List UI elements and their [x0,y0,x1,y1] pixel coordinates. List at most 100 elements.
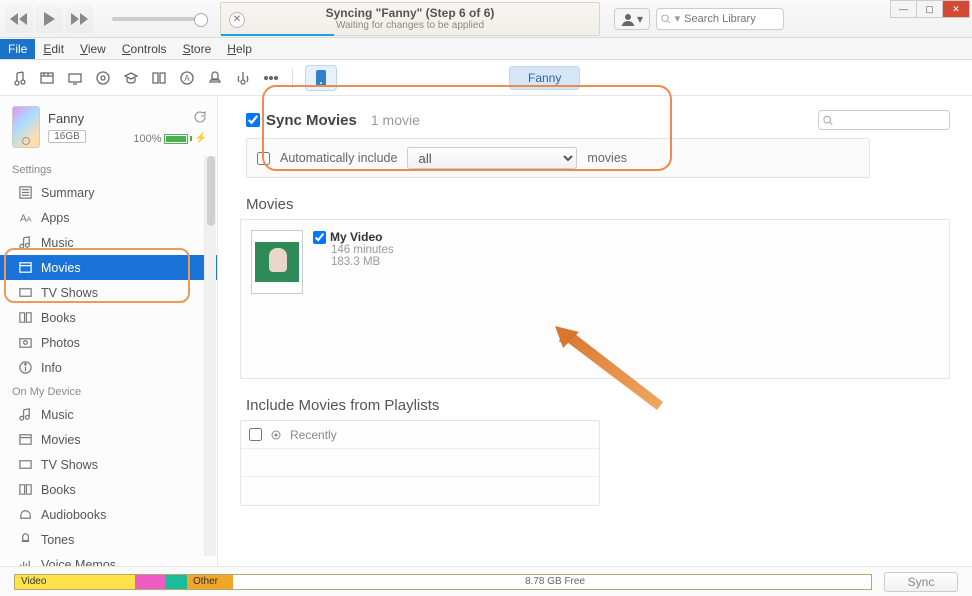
auto-include-row: Automatically include all movies [246,138,870,178]
menu-help[interactable]: Help [219,39,260,59]
itunesu-icon[interactable] [118,65,144,91]
player-bar: ✕ Syncing "Fanny" (Step 6 of 6) Waiting … [0,0,972,38]
sidebar-item-od-tvshows[interactable]: TV Shows [0,452,217,477]
device-capacity: 16GB [48,130,86,143]
sidebar-item-od-books[interactable]: Books [0,477,217,502]
sidebar-item-info[interactable]: Info [0,355,217,380]
sidebar-item-od-music[interactable]: Music [0,402,217,427]
refresh-button[interactable] [193,110,207,127]
sidebar: Fanny 16GB 100% ⚡ Settings Summary AAApp… [0,96,218,566]
cancel-sync-button[interactable]: ✕ [229,12,245,28]
movies-search-input[interactable] [833,114,945,126]
menu-edit[interactable]: Edit [35,39,72,59]
sidebar-item-tvshows[interactable]: TV Shows [0,280,217,305]
play-button[interactable] [35,5,63,33]
sidebar-item-books[interactable]: Books [0,305,217,330]
playlist-name: Recently [290,428,337,442]
gear-icon [270,429,282,441]
window-close-button[interactable]: ✕ [943,1,969,17]
sync-movies-checkbox[interactable] [246,113,260,127]
menu-controls[interactable]: Controls [114,39,175,59]
device-button[interactable] [305,65,337,91]
sidebar-scrollbar-thumb[interactable] [207,156,215,226]
sidebar-section-onmydevice: On My Device [0,380,217,402]
window-minimize-button[interactable]: — [891,1,917,17]
device-header: Fanny 16GB 100% ⚡ [0,96,217,158]
sidebar-item-od-audiobooks[interactable]: Audiobooks [0,502,217,527]
books-icon[interactable] [146,65,172,91]
sidebar-item-photos[interactable]: Photos [0,330,217,355]
storage-bar: Video Other 8.78 GB Free Sync [0,566,972,596]
volume-slider[interactable] [112,17,202,21]
tvshows-icon[interactable] [62,65,88,91]
sync-button[interactable]: Sync [884,572,958,592]
movie-item[interactable]: My Video 146 minutes 183.3 MB [251,230,551,294]
auto-include-checkbox[interactable] [257,152,270,165]
next-button[interactable] [65,5,93,33]
movie-title: My Video [330,230,382,244]
search-library[interactable]: ▾ [656,8,784,30]
search-icon [823,115,833,126]
main-content: Sync Movies 1 movie Automatically includ… [218,96,972,566]
status-lcd: ✕ Syncing "Fanny" (Step 6 of 6) Waiting … [220,2,600,36]
more-icon[interactable] [258,65,284,91]
search-library-input[interactable] [684,13,779,25]
podcasts-icon[interactable] [90,65,116,91]
menu-store[interactable]: Store [175,39,220,59]
sidebar-item-od-movies[interactable]: Movies [0,427,217,452]
movie-size: 183.3 MB [331,256,394,268]
sync-movies-title: Sync Movies [266,112,357,129]
storage-seg-video: Video [15,575,135,589]
auto-include-suffix: movies [587,151,627,165]
playlists-list: Recently [240,420,600,506]
sidebar-item-apps[interactable]: AAApps [0,205,217,230]
movies-search[interactable] [818,110,950,130]
battery-status: 100% ⚡ [133,133,207,145]
svg-text:A: A [26,214,31,223]
menu-view[interactable]: View [72,39,114,59]
menu-bar: File Edit View Controls Store Help [0,38,972,60]
window-controls: — ▢ ✕ [890,0,970,18]
auto-include-label: Automatically include [280,151,397,165]
sidebar-item-movies[interactable]: Movies [0,255,217,280]
movie-duration: 146 minutes [331,244,394,256]
svg-text:A: A [184,74,190,83]
music-icon[interactable] [6,65,32,91]
device-name-tab[interactable]: Fanny [509,66,580,90]
charging-icon: ⚡ [195,133,207,144]
auto-include-select[interactable]: all [407,147,577,169]
tones-icon[interactable] [202,65,228,91]
playlist-checkbox[interactable] [249,428,262,441]
menu-file[interactable]: File [0,39,35,59]
storage-seg-other: Other [187,575,233,589]
battery-icon [164,134,188,144]
storage-seg-apps [165,575,187,589]
sync-status-subtitle: Waiting for changes to be applied [336,20,484,31]
movie-item-checkbox[interactable] [313,231,326,244]
sidebar-section-settings: Settings [0,158,217,180]
movies-list: My Video 146 minutes 183.3 MB [240,219,950,379]
sync-movies-count: 1 movie [371,112,420,128]
sidebar-item-summary[interactable]: Summary [0,180,217,205]
sidebar-item-od-tones[interactable]: Tones [0,527,217,552]
search-icon [661,13,671,25]
storage-seg-photos [135,575,165,589]
device-name: Fanny [48,111,125,126]
apps-icon[interactable]: A [174,65,200,91]
movies-heading: Movies [246,196,950,213]
sidebar-item-od-voicememos[interactable]: Voice Memos [0,552,217,566]
previous-button[interactable] [5,5,33,33]
storage-meter: Video Other 8.78 GB Free [14,574,872,590]
sidebar-item-music[interactable]: Music [0,230,217,255]
sharing-icon[interactable] [230,65,256,91]
sync-progress-bar [221,34,334,36]
strip-separator [292,68,293,88]
storage-seg-free: 8.78 GB Free [233,575,871,589]
media-type-strip: A Fanny [0,60,972,96]
playlist-row[interactable]: Recently [241,421,599,449]
window-maximize-button[interactable]: ▢ [917,1,943,17]
movies-icon[interactable] [34,65,60,91]
account-button[interactable]: ▾ [614,8,650,30]
playlist-row-empty [241,477,599,505]
playlists-heading: Include Movies from Playlists [246,397,950,414]
